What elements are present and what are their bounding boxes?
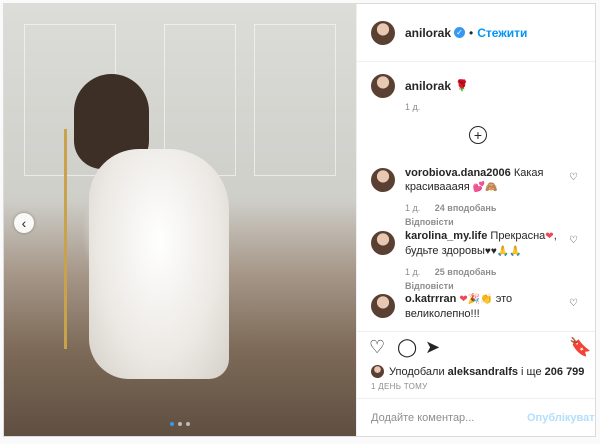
post-sidebar: anilorak ✓ • Стежити anilorak 🌹 1 д. + v… [356,4,595,436]
follow-button[interactable]: Стежити [477,26,527,40]
verified-badge-icon: ✓ [454,27,466,38]
comment-emoji: ❤🎉👏 [459,294,493,305]
post-header: anilorak ✓ • Стежити [357,4,595,62]
comment-body: karolina_my.life Прекрасна❤, будьте здор… [405,229,565,293]
post-photo[interactable]: ‹ [4,4,356,436]
comment-time: 1 д. [405,203,421,213]
comment-emoji: 💕🙈 [472,182,498,193]
add-comment-form: Опублікувати [357,398,595,436]
like-heart-icon[interactable]: ♡ [369,338,385,356]
comment-bubble-icon[interactable]: ◯ [397,338,417,356]
reply-button[interactable]: Відповісти [405,217,454,227]
publish-button[interactable]: Опублікувати [527,412,595,424]
comment-body: vorobiova.dana2006 Какая красиваааяя 💕🙈 … [405,166,565,229]
commenter-username[interactable]: karolina_my.life [405,230,487,242]
commenter-avatar[interactable] [371,168,395,192]
carousel-dot [170,422,174,426]
reply-button[interactable]: Відповісти [405,281,454,291]
comment-emoji: ♥♥🙏🙏 [484,246,522,257]
comment-item: karolina_my.life Прекрасна❤, будьте здор… [371,229,586,293]
commenter-avatar[interactable] [371,294,395,318]
likes-prefix: Уподобали [389,365,445,378]
comment-item: vorobiova.dana2006 Какая красиваааяя 💕🙈 … [371,166,586,229]
carousel-dot [178,422,182,426]
author-avatar[interactable] [371,20,395,45]
comment-text: Прекрасна [490,230,546,242]
caption: anilorak 🌹 [371,74,469,98]
caption-avatar[interactable] [371,74,395,98]
comment-body: o.katrrran ❤🎉👏 это великолепно!!! [405,292,565,321]
comment-likes[interactable]: 24 вподобань [435,203,497,213]
instagram-post: ‹ anilorak ✓ • Стежити anilorak 🌹 1 д. + [3,3,596,437]
author-username[interactable]: anilorak [405,26,451,40]
comments-list: anilorak 🌹 1 д. + vorobiova.dana2006 Как… [357,62,595,330]
comment-item: o.katrrran ❤🎉👏 это великолепно!!! ♡ [371,292,586,321]
load-more-comments-button[interactable]: + [469,126,487,144]
commenter-username[interactable]: vorobiova.dana2006 [405,167,511,179]
comment-input[interactable] [369,411,513,425]
liker-username[interactable]: aleksandralfs [448,366,518,378]
carousel-indicators [4,422,356,426]
comment-like-heart-icon[interactable]: ♡ [569,172,578,183]
plus-circle-icon: + [473,127,483,143]
caption-username[interactable]: anilorak [405,79,451,98]
save-bookmark-icon[interactable]: 🔖 [569,338,591,356]
likes-summary: Уподобали aleksandralfs і ще 206 799 [371,365,584,378]
header-separator: • [469,25,474,40]
comment-like-heart-icon[interactable]: ♡ [569,235,578,246]
comment-time: 1 д. [405,267,421,277]
comment-like-heart-icon[interactable]: ♡ [569,298,578,309]
carousel-prev-button[interactable]: ‹ [14,213,34,233]
comment-likes[interactable]: 25 вподобань [435,267,497,277]
comment-meta: 1 д. 25 вподобань Відповісти [405,265,565,293]
liker-avatar[interactable] [371,365,384,378]
carousel-dot [186,422,190,426]
caption-time: 1 д. [405,102,421,112]
share-paper-plane-icon[interactable]: ➤ [425,338,440,356]
wall-panel [254,24,336,176]
likes-count[interactable]: 206 799 [545,366,585,378]
likes-middle: і ще [521,365,542,378]
chevron-left-icon: ‹ [21,215,27,231]
white-lace-dress [89,149,229,379]
commenter-username[interactable]: o.katrrran [405,293,456,305]
action-bar: ♡ ◯ ➤ 🔖 [357,331,595,367]
comment-meta: 1 д. 24 вподобань Відповісти [405,201,565,229]
commenter-avatar[interactable] [371,231,395,255]
post-date[interactable]: 1 ДЕНЬ ТОМУ [371,382,427,391]
rose-emoji: 🌹 [455,80,469,92]
comment-emoji: ❤ [545,231,554,242]
